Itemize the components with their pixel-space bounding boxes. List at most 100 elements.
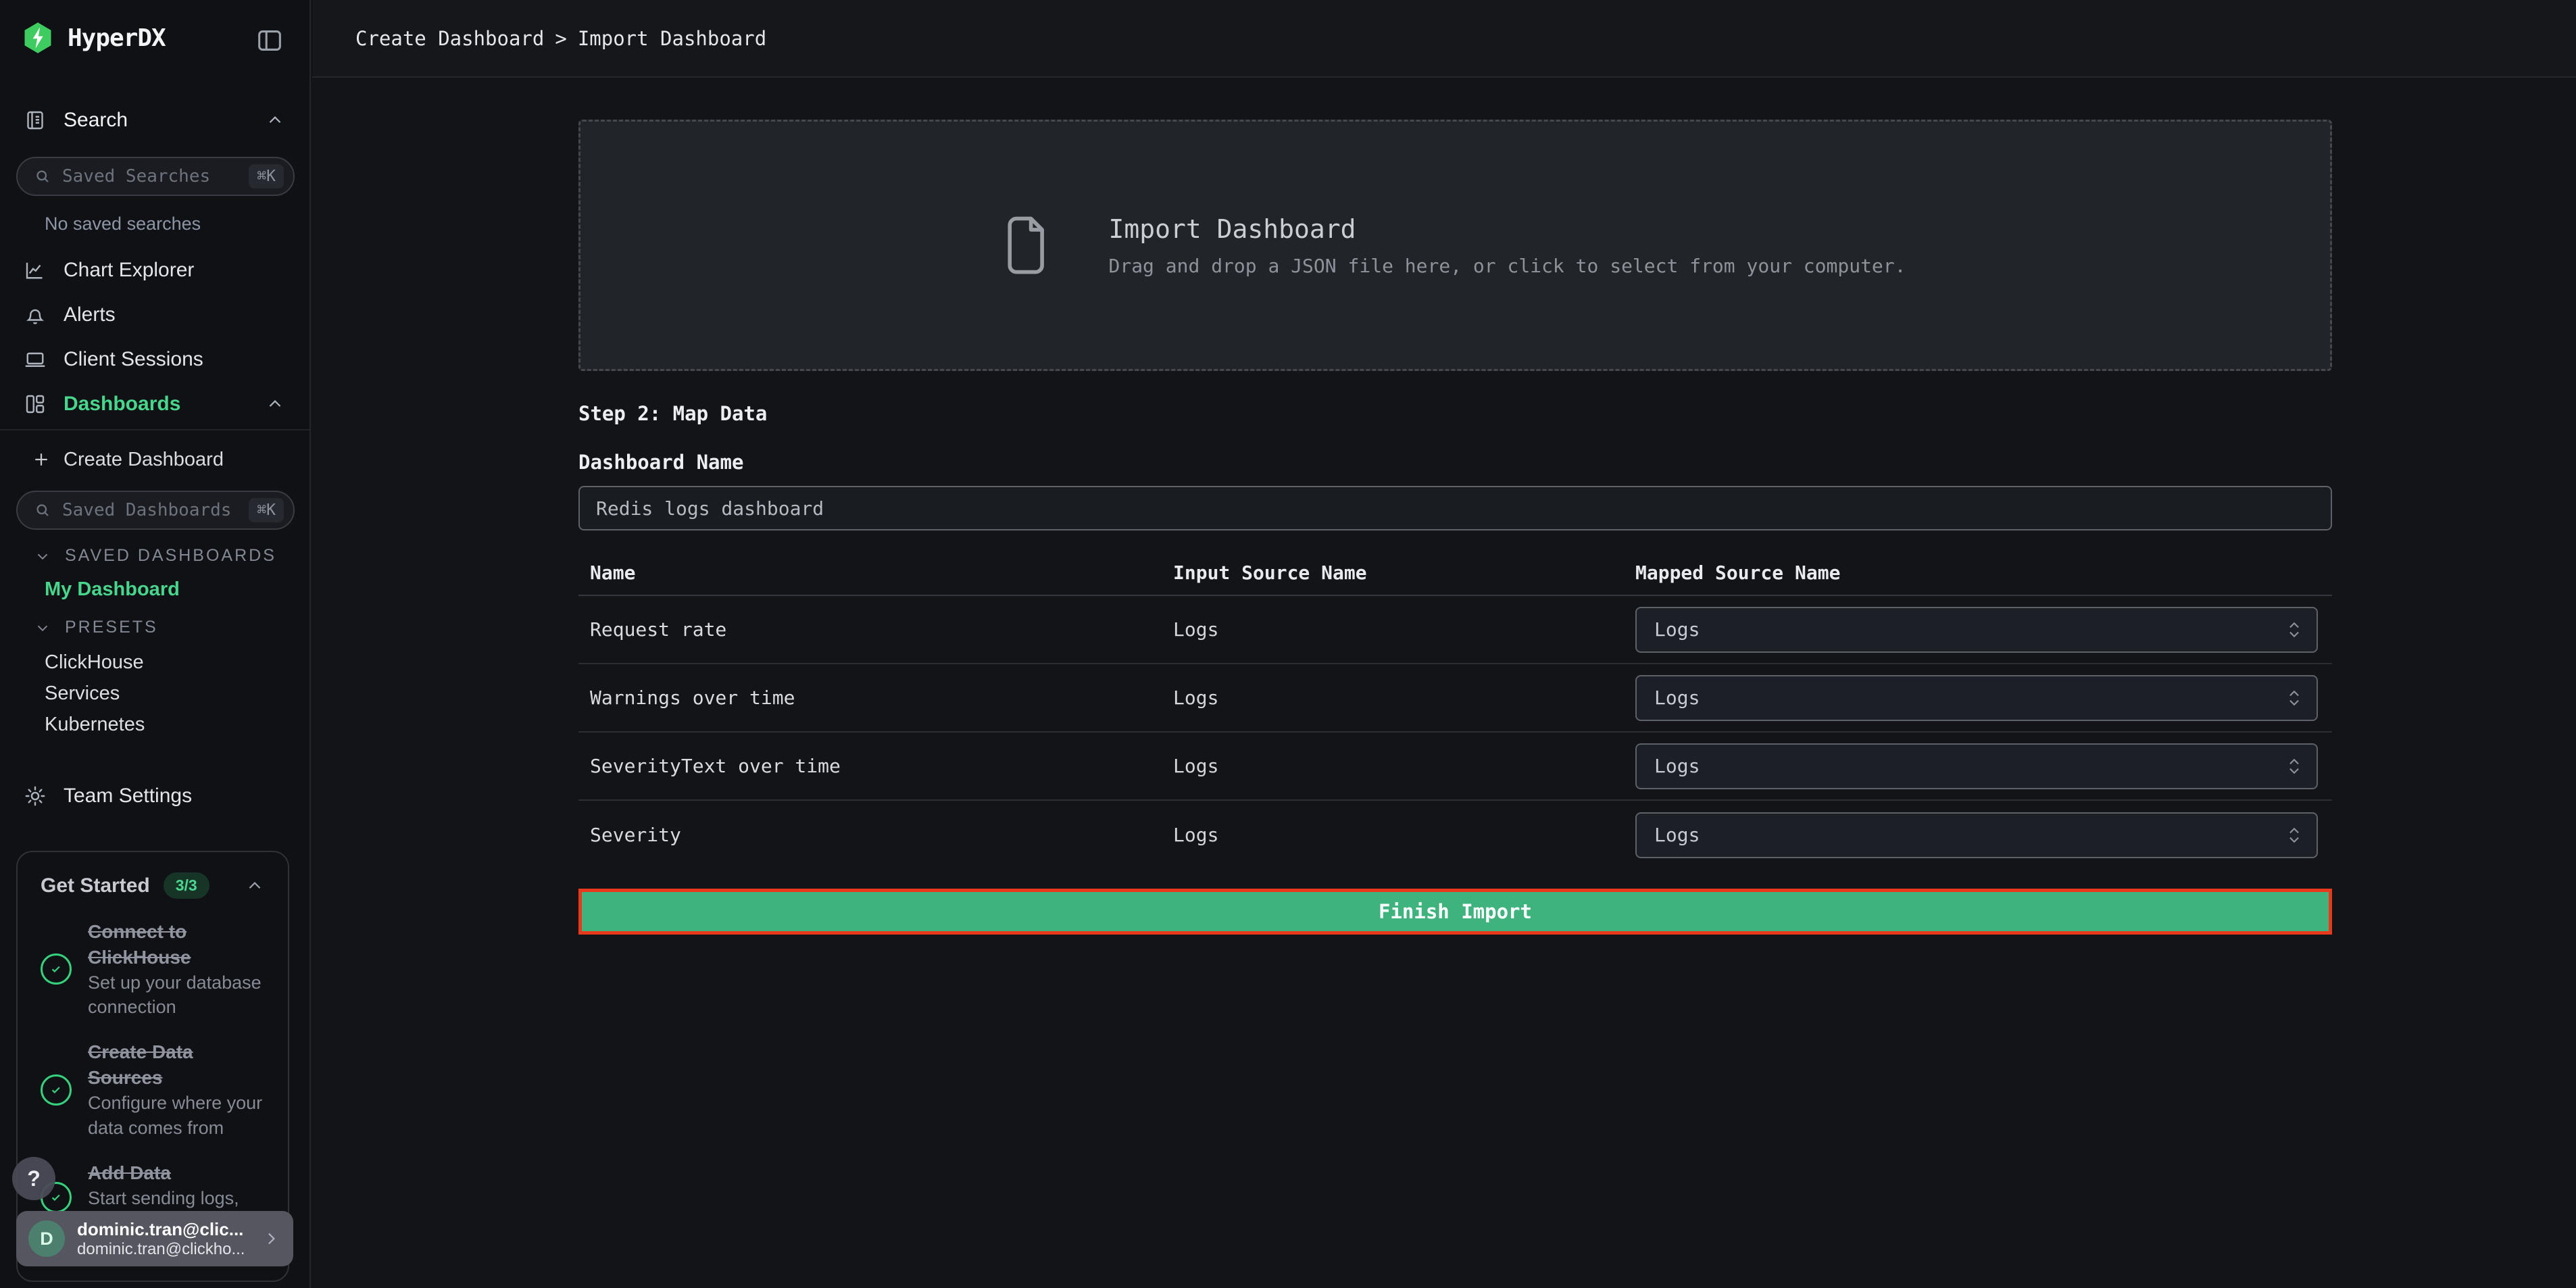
selected-value: Logs [1654,824,1700,846]
sidebar-item-label: Team Settings [64,785,309,808]
chevron-up-icon[interactable] [245,876,265,896]
row-name: Warnings over time [578,687,1173,709]
sidebar-item-label: Client Sessions [64,348,309,371]
sidebar: HyperDX Search ⌘K No saved searches Char… [0,0,311,1288]
sidebar-item-dashboards[interactable]: Dashboards [0,382,309,426]
checklist-item-title: Add Data [88,1160,265,1186]
section-header-label: PRESETS [65,618,158,637]
check-circle-icon [41,953,72,985]
mapped-source-select[interactable]: Logs [1635,812,2318,858]
user-account-chip[interactable]: D dominic.tran@clic... dominic.tran@clic… [16,1211,293,1266]
selected-value: Logs [1654,687,1700,709]
map-data-table: Name Input Source Name Mapped Source Nam… [578,551,2332,869]
column-header-name: Name [578,562,1173,584]
row-name: SeverityText over time [578,755,1173,777]
column-header-input-source: Input Source Name [1173,562,1635,584]
presets-header[interactable]: PRESETS [34,618,158,637]
chevron-right-icon [261,1229,281,1249]
chevron-down-icon [34,619,51,637]
selected-value: Logs [1654,755,1700,777]
avatar: D [28,1220,65,1257]
chevron-down-icon [34,547,51,565]
saved-searches-searchbox[interactable]: ⌘K [16,157,295,196]
search-icon [32,500,53,520]
check-circle-icon [41,1074,72,1106]
selected-value: Logs [1654,618,1700,641]
shortcut-badge: ⌘K [249,164,284,189]
breadcrumb-create-dashboard[interactable]: Create Dashboard [355,27,544,50]
gear-icon [23,784,47,808]
column-header-mapped-source: Mapped Source Name [1635,562,2332,584]
sidebar-item-my-dashboard[interactable]: My Dashboard [45,578,180,601]
create-dashboard-label: Create Dashboard [64,449,309,471]
sidebar-item-label: Search [64,109,249,132]
chevrons-up-down-icon [2284,687,2304,710]
sidebar-item-team-settings[interactable]: Team Settings [0,774,309,818]
sidebar-item-chart-explorer[interactable]: Chart Explorer [0,249,309,292]
breadcrumb: Create Dashboard > Import Dashboard [355,27,766,50]
table-row: SeverityText over time Logs Logs [578,733,2332,801]
breadcrumb-import-dashboard: Import Dashboard [578,27,766,50]
sidebar-section-search[interactable]: Search [0,99,309,142]
chevrons-up-down-icon [2284,824,2304,847]
hyperdx-logo-icon [20,20,55,55]
saved-dashboards-header[interactable]: SAVED DASHBOARDS [34,546,276,566]
shortcut-badge: ⌘K [249,498,284,522]
laptop-icon [23,347,47,372]
finish-import-button[interactable]: Finish Import [578,889,2332,935]
row-input-source: Logs [1173,755,1635,777]
checklist-item-desc: Configure where your data comes from [88,1091,265,1140]
line-chart-icon [23,258,47,282]
chevron-up-icon [265,394,285,414]
user-name: dominic.tran@clic... [77,1219,249,1240]
table-header-row: Name Input Source Name Mapped Source Nam… [578,551,2332,596]
app-title: HyperDX [68,24,166,52]
mapped-source-select[interactable]: Logs [1635,607,2318,653]
dashboard-grid-icon [23,392,47,416]
sidebar-item-label: Dashboards [64,393,249,416]
dashboard-name-input[interactable] [578,486,2332,530]
get-started-title: Get Started [41,874,150,897]
sidebar-item-label: Alerts [64,303,309,326]
checklist-item-title: Create Data Sources [88,1039,265,1091]
collapse-sidebar-icon[interactable] [254,24,287,57]
saved-dashboards-searchbox[interactable]: ⌘K [16,491,295,530]
breadcrumb-separator: > [555,27,566,50]
chevrons-up-down-icon [2284,755,2304,778]
row-input-source: Logs [1173,687,1635,709]
dropzone-subtitle: Drag and drop a JSON file here, or click… [1108,255,1906,277]
sidebar-item-label: Chart Explorer [64,259,309,282]
section-header-label: SAVED DASHBOARDS [65,546,276,566]
no-saved-searches-text: No saved searches [45,214,201,234]
bell-icon [23,303,47,327]
app-logo[interactable]: HyperDX [20,20,166,55]
plus-icon [31,449,51,470]
mapped-source-select[interactable]: Logs [1635,675,2318,721]
progress-badge: 3/3 [164,872,209,899]
sidebar-item-alerts[interactable]: Alerts [0,293,309,337]
row-input-source: Logs [1173,618,1635,641]
sidebar-item-kubernetes[interactable]: Kubernetes [45,714,145,736]
topbar: Create Dashboard > Import Dashboard [312,0,2576,78]
sidebar-item-services[interactable]: Services [45,683,120,705]
user-email: dominic.tran@clickho... [77,1240,249,1259]
help-button[interactable]: ? [12,1157,55,1200]
checklist-item: Connect to ClickHouse Set up your databa… [41,919,265,1019]
saved-dashboards-input[interactable] [62,500,249,520]
saved-searches-input[interactable] [62,166,249,187]
sidebar-divider [0,429,309,430]
journal-icon [23,108,47,132]
chevrons-up-down-icon [2284,618,2304,641]
table-row: Warnings over time Logs Logs [578,664,2332,733]
mapped-source-select[interactable]: Logs [1635,743,2318,789]
import-dropzone[interactable]: Import Dashboard Drag and drop a JSON fi… [578,120,2332,371]
sidebar-item-clickhouse[interactable]: ClickHouse [45,651,144,674]
row-name: Request rate [578,618,1173,641]
search-icon [32,166,53,187]
table-row: Request rate Logs Logs [578,596,2332,664]
row-input-source: Logs [1173,824,1635,846]
create-dashboard-button[interactable]: Create Dashboard [0,439,309,480]
sidebar-item-client-sessions[interactable]: Client Sessions [0,338,309,381]
table-row: Severity Logs Logs [578,801,2332,869]
dropzone-title: Import Dashboard [1108,214,1906,244]
